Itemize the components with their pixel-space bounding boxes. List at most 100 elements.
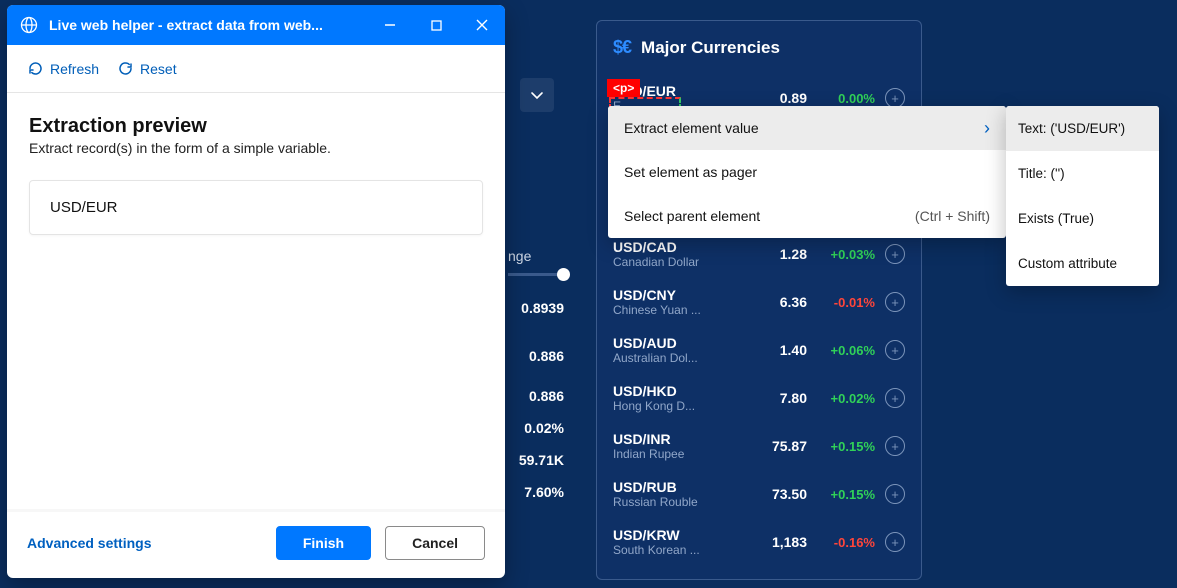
context-menu: Extract element value › Set element as pag… bbox=[608, 106, 1006, 238]
currency-name: Australian Dol... bbox=[613, 351, 713, 365]
reset-label: Reset bbox=[140, 61, 177, 77]
currency-pair: USD/RUBRussian Rouble bbox=[613, 479, 737, 509]
submenu-item[interactable]: Custom attribute bbox=[1006, 241, 1159, 286]
currency-change: +0.06% bbox=[817, 343, 875, 358]
dialog-footer: Advanced settings Finish Cancel bbox=[7, 509, 505, 578]
element-tag-badge: <p> bbox=[607, 79, 640, 97]
range-slider[interactable] bbox=[508, 273, 564, 276]
add-icon[interactable]: + bbox=[885, 388, 905, 408]
currency-pair: USD/HKDHong Kong D... bbox=[613, 383, 737, 413]
refresh-button[interactable]: Refresh bbox=[27, 60, 99, 77]
add-icon[interactable]: + bbox=[885, 244, 905, 264]
currency-change: +0.15% bbox=[817, 487, 875, 502]
refresh-label: Refresh bbox=[50, 61, 99, 77]
finish-button[interactable]: Finish bbox=[276, 526, 371, 560]
currencies-header: $€ Major Currencies bbox=[613, 37, 905, 58]
maximize-button[interactable] bbox=[413, 5, 459, 45]
menu-item-label: Set element as pager bbox=[624, 164, 757, 180]
currency-pair: USD/CADCanadian Dollar bbox=[613, 239, 737, 269]
preview-heading: Extraction preview bbox=[29, 115, 483, 138]
currency-value: 1.40 bbox=[747, 342, 807, 358]
currency-icon: $€ bbox=[613, 37, 631, 58]
advanced-settings-link[interactable]: Advanced settings bbox=[27, 535, 262, 551]
currency-code: USD/CNY bbox=[613, 287, 737, 303]
dialog-toolbar: Refresh Reset bbox=[7, 45, 505, 93]
globe-icon bbox=[19, 15, 39, 35]
currency-row[interactable]: USD/HKDHong Kong D... 7.80 +0.02% + bbox=[613, 374, 905, 422]
stat-value: 0.886 bbox=[508, 348, 564, 364]
submenu-item[interactable]: Title: ('') bbox=[1006, 151, 1159, 196]
currencies-title: Major Currencies bbox=[641, 38, 780, 58]
submenu-item-label: Exists (True) bbox=[1018, 211, 1094, 226]
context-menu-item[interactable]: Set element as pager bbox=[608, 150, 1006, 194]
preview-card: USD/EUR bbox=[29, 180, 483, 235]
menu-item-hint: (Ctrl + Shift) bbox=[915, 208, 990, 224]
add-icon[interactable]: + bbox=[885, 436, 905, 456]
submenu-item[interactable]: Text: ('USD/EUR') bbox=[1006, 106, 1159, 151]
currency-code: USD/RUB bbox=[613, 479, 737, 495]
currency-value: 0.89 bbox=[747, 90, 807, 106]
stat-value: 0.886 bbox=[508, 388, 564, 404]
currency-code: USD/KRW bbox=[613, 527, 737, 543]
preview-subheading: Extract record(s) in the form of a simpl… bbox=[29, 140, 483, 156]
currency-change: +0.02% bbox=[817, 391, 875, 406]
chevron-right-icon: › bbox=[984, 118, 990, 139]
currency-change: -0.01% bbox=[817, 295, 875, 310]
submenu-item-label: Text: ('USD/EUR') bbox=[1018, 121, 1125, 136]
cancel-button[interactable]: Cancel bbox=[385, 526, 485, 560]
currency-name: Hong Kong D... bbox=[613, 399, 713, 413]
currency-row[interactable]: USD/INRIndian Rupee75.87+0.15%+ bbox=[613, 422, 905, 470]
context-submenu: Text: ('USD/EUR') Title: ('') Exists (True… bbox=[1006, 106, 1159, 286]
stat-value: 7.60% bbox=[508, 484, 564, 500]
currency-name: Russian Rouble bbox=[613, 495, 713, 509]
currency-change: -0.16% bbox=[817, 535, 875, 550]
currency-change: +0.03% bbox=[817, 247, 875, 262]
submenu-item-label: Custom attribute bbox=[1018, 256, 1117, 271]
menu-item-label: Extract element value bbox=[624, 120, 759, 136]
currency-row[interactable]: USD/KRWSouth Korean ... 1,183 -0.16% + bbox=[613, 518, 905, 566]
range-label: nge bbox=[508, 248, 531, 264]
currency-pair: USD/INRIndian Rupee bbox=[613, 431, 737, 461]
currency-change: 0.00% bbox=[817, 91, 875, 106]
chevron-down-icon[interactable] bbox=[520, 78, 554, 112]
currency-value: 6.36 bbox=[747, 294, 807, 310]
currency-name: Canadian Dollar bbox=[613, 255, 713, 269]
currency-code: USD/CAD bbox=[613, 239, 737, 255]
menu-item-label: Select parent element bbox=[624, 208, 760, 224]
reset-button[interactable]: Reset bbox=[117, 60, 177, 77]
close-button[interactable] bbox=[459, 5, 505, 45]
currency-pair: USD/CNYChinese Yuan ... bbox=[613, 287, 737, 317]
currency-pair: USD/KRWSouth Korean ... bbox=[613, 527, 737, 557]
currency-value: 7.80 bbox=[747, 390, 807, 406]
currency-name: Chinese Yuan ... bbox=[613, 303, 713, 317]
add-icon[interactable]: + bbox=[885, 88, 905, 108]
currencies-panel: $€ Major Currencies <p> USD/EURE0.890.00… bbox=[596, 20, 922, 580]
add-icon[interactable]: + bbox=[885, 484, 905, 504]
context-menu-item[interactable]: Select parent element (Ctrl + Shift) bbox=[608, 194, 1006, 238]
submenu-item[interactable]: Exists (True) bbox=[1006, 196, 1159, 241]
stat-value: 0.8939 bbox=[508, 300, 564, 316]
currency-value: 75.87 bbox=[747, 438, 807, 454]
currency-value: 1,183 bbox=[747, 534, 807, 550]
currency-code: USD/HKD bbox=[613, 383, 737, 399]
currency-value: 73.50 bbox=[747, 486, 807, 502]
preview-value: USD/EUR bbox=[50, 199, 118, 216]
currency-name: Indian Rupee bbox=[613, 447, 713, 461]
currency-pair: USD/AUDAustralian Dol... bbox=[613, 335, 737, 365]
submenu-item-label: Title: ('') bbox=[1018, 166, 1065, 181]
currency-row[interactable]: USD/CNYChinese Yuan ... 6.36 -0.01% + bbox=[613, 278, 905, 326]
currency-row[interactable]: USD/AUDAustralian Dol... 1.40 +0.06% + bbox=[613, 326, 905, 374]
extraction-dialog: Live web helper - extract data from web.… bbox=[7, 5, 505, 578]
minimize-button[interactable] bbox=[367, 5, 413, 45]
currency-value: 1.28 bbox=[747, 246, 807, 262]
add-icon[interactable]: + bbox=[885, 292, 905, 312]
add-icon[interactable]: + bbox=[885, 532, 905, 552]
dialog-title: Live web helper - extract data from web.… bbox=[49, 17, 367, 33]
currency-row[interactable]: USD/RUBRussian Rouble 73.50 +0.15% + bbox=[613, 470, 905, 518]
dialog-body: Extraction preview Extract record(s) in … bbox=[7, 93, 505, 509]
dialog-titlebar[interactable]: Live web helper - extract data from web.… bbox=[7, 5, 505, 45]
currency-name: South Korean ... bbox=[613, 543, 713, 557]
add-icon[interactable]: + bbox=[885, 340, 905, 360]
stat-value: 0.02% bbox=[508, 420, 564, 436]
context-menu-item[interactable]: Extract element value › bbox=[608, 106, 1006, 150]
